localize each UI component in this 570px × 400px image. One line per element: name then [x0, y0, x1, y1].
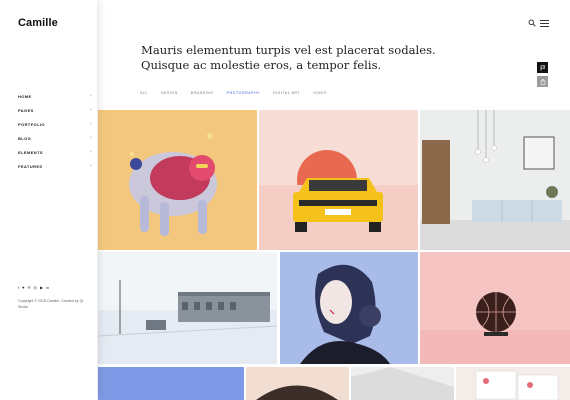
nav-label: FEATURES [18, 163, 43, 169]
twitter-icon[interactable]: ♥ [22, 285, 24, 290]
yellow-car-image [259, 150, 418, 250]
snow-station-image [98, 252, 277, 364]
nav-label: PORTFOLIO [18, 121, 45, 127]
portfolio-item-portrait[interactable] [280, 252, 418, 364]
filter-video[interactable]: VIDEO [313, 91, 327, 95]
nav-item-home[interactable]: HOME › [18, 89, 92, 103]
chevron-right-icon: › [89, 107, 92, 113]
nav-label: BLOG [18, 135, 32, 141]
portfolio-item-interior[interactable] [420, 110, 570, 250]
nav-label: ELEMENTS [18, 149, 43, 155]
basketball-image [420, 292, 570, 364]
nav-item-elements[interactable]: ELEMENTS › [18, 145, 92, 159]
chevron-right-icon: › [89, 149, 92, 155]
linkedin-icon[interactable]: in [46, 285, 49, 290]
creature-illustration-image [129, 133, 217, 236]
chevron-right-icon: › [89, 121, 92, 127]
sidebar: Camille HOME › PAGES › PORTFOLIO › BLOG › EL… [0, 0, 97, 400]
cards-image [475, 370, 559, 400]
main-nav: HOME › PAGES › PORTFOLIO › BLOG › ELEMENTS › … [18, 89, 92, 173]
portfolio-item-snow-station[interactable] [98, 252, 277, 364]
portfolio-item-basketball[interactable] [420, 252, 570, 364]
grey-shape-image [351, 367, 454, 400]
filter-design[interactable]: DESIGN [161, 91, 178, 95]
social-links: f ♥ ℗ ◎ ▶ in [18, 285, 49, 290]
interior-image [420, 110, 570, 250]
portfolio-item-illustration-creature[interactable] [98, 110, 257, 250]
portfolio-filters: ALL DESIGN BRANDING PHOTOGRAPHY DIGITAL … [140, 91, 340, 95]
brand-logo[interactable]: Camille [18, 17, 58, 29]
flag-icon [540, 64, 545, 70]
portfolio-item-grey[interactable] [351, 367, 454, 400]
chevron-right-icon: › [89, 93, 92, 99]
chevron-right-icon: › [89, 135, 92, 141]
filter-all[interactable]: ALL [140, 91, 148, 95]
nav-item-pages[interactable]: PAGES › [18, 103, 92, 117]
portrait-illustration-image [300, 264, 390, 364]
cart-button[interactable] [537, 76, 548, 87]
portfolio-item-blue[interactable] [98, 367, 244, 400]
hamburger-menu-icon[interactable] [540, 20, 549, 27]
copyright-text: Copyright © 2018 Camille. Created by Qi … [18, 299, 84, 309]
youtube-icon[interactable]: ▶ [40, 285, 43, 290]
filter-digital-art[interactable]: DIGITAL ART [273, 91, 300, 95]
bag-icon [540, 78, 545, 85]
nav-label: HOME [18, 93, 32, 99]
hat-image [256, 385, 338, 400]
bookmark-button[interactable] [537, 62, 548, 73]
nav-label: PAGES [18, 107, 34, 113]
facebook-icon[interactable]: f [18, 285, 19, 290]
filter-photography[interactable]: PHOTOGRAPHY [227, 91, 260, 95]
page-headline: Mauris elementum turpis vel est placerat… [141, 43, 436, 72]
filter-branding[interactable]: BRANDING [191, 91, 214, 95]
portfolio-item-cards[interactable] [456, 367, 570, 400]
instagram-icon[interactable]: ◎ [33, 285, 37, 290]
chevron-right-icon: › [89, 163, 92, 169]
portfolio-item-yellow-car[interactable] [259, 110, 418, 250]
pinterest-icon[interactable]: ℗ [28, 285, 31, 290]
nav-item-portfolio[interactable]: PORTFOLIO › [18, 117, 92, 131]
portfolio-item-hat[interactable] [246, 367, 349, 400]
nav-item-blog[interactable]: BLOG › [18, 131, 92, 145]
search-icon[interactable] [528, 19, 536, 27]
nav-item-features[interactable]: FEATURES › [18, 159, 92, 173]
